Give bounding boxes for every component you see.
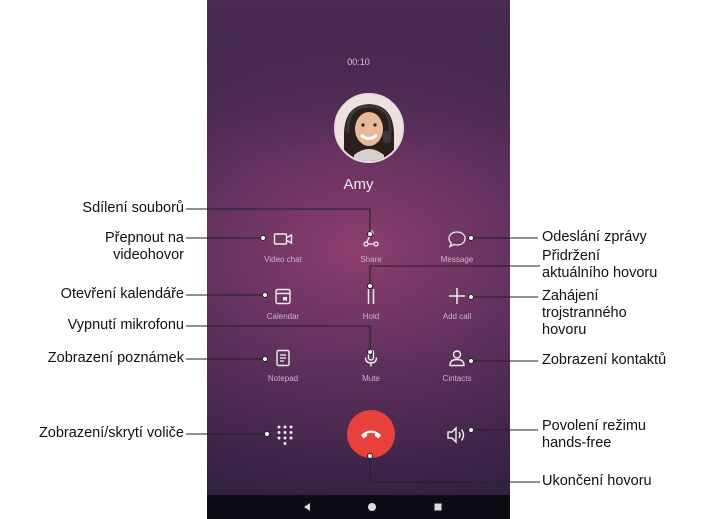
annotation-end-call: Ukončení hovoru [542,473,652,489]
annotation-share: Sdílení souborů [82,200,184,216]
annotation-video: Přepnout na videohovor [104,230,184,263]
annotation-contacts: Zobrazení kontaktů [542,352,667,368]
annotation-speaker: Povolení režimu hands-free [542,418,646,451]
annotation-hold: Přidržení aktuálního hovoru [542,248,658,281]
annotation-notepad: Zobrazení poznámek [47,350,184,366]
annotation-calendar: Otevření kalendáře [60,286,184,302]
annotation-add-call: Zahájení trojstranného hovoru [542,288,627,338]
annotation-mute: Vypnutí mikrofonu [67,317,184,333]
annotation-message: Odeslání zprávy [542,229,647,245]
annotation-dialpad: Zobrazení/skrytí voliče [38,425,184,441]
